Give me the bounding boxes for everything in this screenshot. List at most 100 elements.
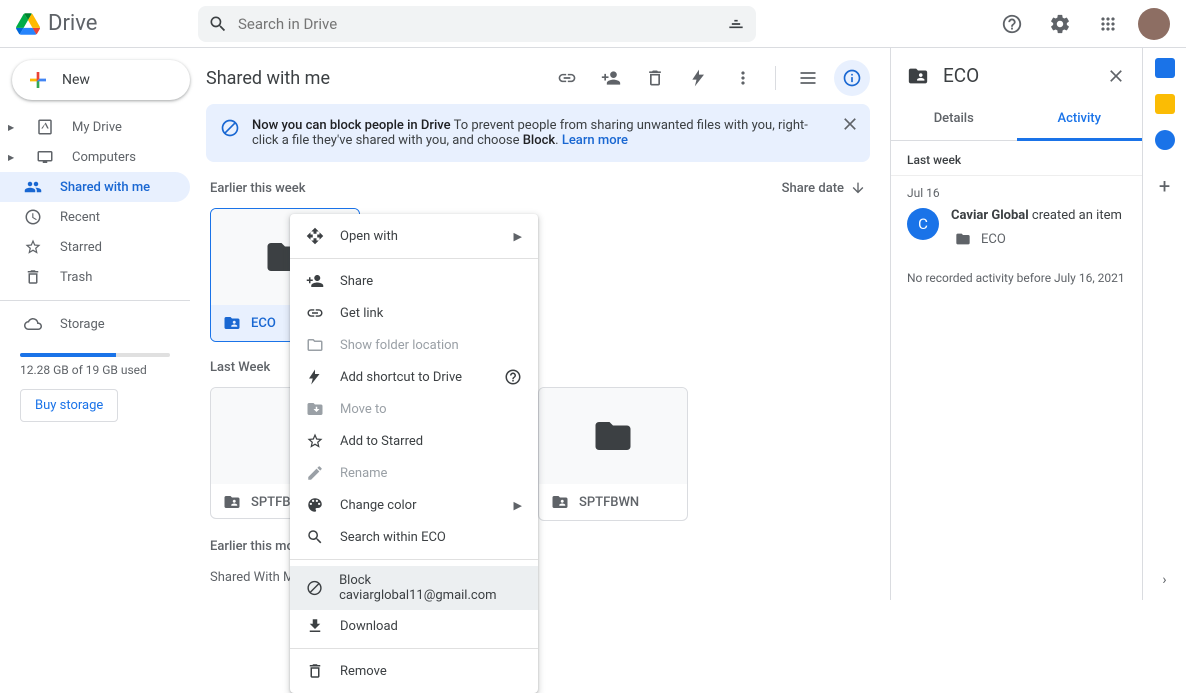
- activity-user: Caviar Global: [951, 208, 1029, 223]
- expand-icon[interactable]: ▶: [8, 153, 18, 162]
- card-name: ECO: [251, 316, 276, 331]
- arrow-down-icon: [850, 180, 866, 196]
- sidebar-item-starred[interactable]: Starred: [0, 232, 190, 262]
- divider: [0, 300, 190, 301]
- logo-area[interactable]: Drive: [8, 11, 198, 36]
- menu-add-starred[interactable]: Add to Starred: [290, 425, 538, 457]
- search-box[interactable]: [198, 6, 756, 42]
- tab-activity[interactable]: Activity: [1017, 99, 1143, 141]
- buy-storage-button[interactable]: Buy storage: [20, 389, 118, 422]
- sidebar-label: Starred: [60, 240, 102, 255]
- tab-details[interactable]: Details: [891, 99, 1017, 140]
- share-button[interactable]: [593, 60, 629, 96]
- more-vert-icon: [733, 68, 753, 88]
- sidebar-item-my-drive[interactable]: ▶ My Drive: [0, 112, 190, 142]
- download-icon: [306, 617, 324, 635]
- sidebar-item-shared[interactable]: Shared with me: [0, 172, 190, 202]
- activity-item-name[interactable]: ECO: [981, 232, 1006, 247]
- new-button[interactable]: New: [12, 60, 190, 100]
- menu-add-shortcut[interactable]: Add shortcut to Drive: [290, 361, 538, 393]
- more-button[interactable]: [725, 60, 761, 96]
- sidebar-item-computers[interactable]: ▶Computers: [0, 142, 190, 172]
- sort-button[interactable]: Share date: [782, 180, 866, 196]
- help-icon: [1001, 13, 1023, 35]
- chevron-right-icon: ▶: [514, 499, 522, 512]
- search-options-icon[interactable]: [726, 14, 746, 34]
- cloud-icon: [24, 315, 42, 333]
- menu-get-link[interactable]: Get link: [290, 297, 538, 329]
- search-icon: [306, 528, 324, 546]
- delete-button[interactable]: [637, 60, 673, 96]
- sidebar: New ▶My Drive ▶Computers Shared with me …: [0, 48, 190, 600]
- tasks-app-icon[interactable]: [1155, 130, 1175, 150]
- sidebar-item-storage[interactable]: Storage: [0, 309, 190, 339]
- block-icon: [306, 579, 323, 597]
- menu-block-user[interactable]: Block caviarglobal11@gmail.com: [290, 566, 538, 610]
- add-addon-button[interactable]: +: [1159, 174, 1170, 198]
- get-link-button[interactable]: [549, 60, 585, 96]
- sort-label: Share date: [782, 181, 844, 196]
- menu-search-within[interactable]: Search within ECO: [290, 521, 538, 553]
- gear-icon: [1049, 13, 1071, 35]
- product-name: Drive: [48, 11, 97, 36]
- folder-card-sptfbwn-2[interactable]: SPTFBWN: [538, 387, 688, 521]
- learn-more-link[interactable]: Learn more: [562, 133, 628, 148]
- apps-icon: [1098, 14, 1118, 34]
- block-icon: [220, 118, 240, 138]
- menu-label: Add to Starred: [340, 434, 423, 449]
- keep-app-icon[interactable]: [1155, 94, 1175, 114]
- toolbar: [549, 60, 870, 96]
- drive-add-icon: [689, 68, 709, 88]
- folder-outline-icon: [306, 336, 324, 354]
- help-button[interactable]: [994, 6, 1030, 42]
- person-add-icon: [306, 272, 324, 290]
- sidebar-label: My Drive: [72, 120, 122, 135]
- section-label: Last Week: [210, 360, 270, 375]
- person-add-icon: [601, 68, 621, 88]
- menu-remove[interactable]: Remove: [290, 655, 538, 687]
- menu-show-location: Show folder location: [290, 329, 538, 361]
- sidebar-item-recent[interactable]: Recent: [0, 202, 190, 232]
- link-icon: [557, 68, 577, 88]
- folder-shared-icon: [551, 493, 569, 511]
- link-icon: [306, 304, 324, 322]
- expand-icon[interactable]: ▶: [8, 123, 18, 132]
- palette-icon: [306, 496, 324, 514]
- folder-shared-icon: [223, 314, 241, 332]
- close-icon[interactable]: [1106, 66, 1126, 86]
- account-avatar[interactable]: [1138, 8, 1170, 40]
- close-icon[interactable]: [840, 114, 860, 134]
- sidebar-item-trash[interactable]: Trash: [0, 262, 190, 292]
- search-input[interactable]: [238, 15, 726, 33]
- settings-button[interactable]: [1042, 6, 1078, 42]
- search-container: [198, 6, 756, 42]
- list-view-button[interactable]: [790, 60, 826, 96]
- activity-date: Jul 16: [907, 186, 1126, 200]
- menu-label: Remove: [340, 664, 387, 679]
- computers-icon: [36, 148, 54, 166]
- add-shortcut-button[interactable]: [681, 60, 717, 96]
- menu-change-color[interactable]: Change color ▶: [290, 489, 538, 521]
- help-icon[interactable]: [504, 368, 522, 386]
- new-button-label: New: [62, 72, 90, 88]
- apps-button[interactable]: [1090, 6, 1126, 42]
- breadcrumb-text: Shared With Me: [210, 570, 301, 585]
- drive-shortcut-icon: [306, 368, 324, 386]
- menu-download[interactable]: Download: [290, 610, 538, 642]
- menu-label: Move to: [340, 402, 387, 417]
- section-label: Earlier this week: [210, 181, 306, 196]
- menu-open-with[interactable]: Open with▶: [290, 220, 538, 252]
- storage-text: 12.28 GB of 19 GB used: [20, 363, 170, 377]
- menu-share[interactable]: Share: [290, 265, 538, 297]
- info-button[interactable]: [834, 60, 870, 96]
- menu-label: Open with: [340, 229, 398, 244]
- section-header-earlier-week: Earlier this week Share date: [190, 174, 886, 202]
- sidebar-label: Recent: [60, 210, 100, 225]
- hide-panel-button[interactable]: ›: [1162, 572, 1166, 588]
- activity-item: Jul 16 C Caviar Global created an item E…: [891, 175, 1142, 257]
- calendar-app-icon[interactable]: [1155, 58, 1175, 78]
- storage-section: 12.28 GB of 19 GB used Buy storage: [0, 339, 190, 428]
- menu-label: Change color: [340, 498, 417, 513]
- menu-label: Search within ECO: [340, 530, 446, 545]
- info-icon: [842, 68, 862, 88]
